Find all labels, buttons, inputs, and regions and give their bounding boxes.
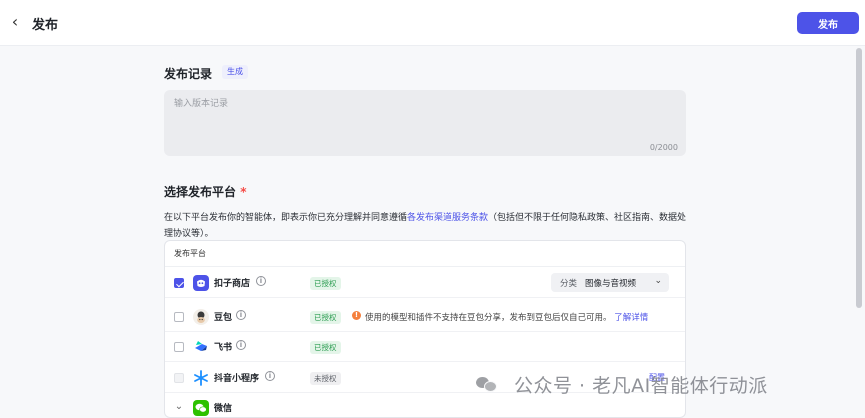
- chevron-left-icon[interactable]: ‹: [6, 12, 24, 32]
- publish-button[interactable]: 发布: [797, 12, 859, 34]
- status-badge: 已授权: [310, 341, 341, 354]
- watermark: 公众号 · 老凡AI智能体行动派: [476, 370, 768, 398]
- chevron-down-icon[interactable]: ⌄: [174, 401, 184, 413]
- scrollbar[interactable]: [856, 48, 862, 308]
- page-title: 发布: [32, 18, 59, 33]
- record-heading: 发布记录: [164, 67, 213, 81]
- platform-name: 豆包: [214, 313, 233, 323]
- required-mark: *: [240, 185, 247, 199]
- category-value: 图像与音视频: [585, 279, 637, 289]
- platform-name: 微信: [214, 404, 233, 414]
- category-label: 分类: [560, 279, 578, 289]
- doubao-icon: [193, 309, 209, 325]
- info-icon[interactable]: i: [236, 310, 246, 320]
- warning-text: 使用的模型和插件不支持在豆包分享，发布到豆包后仅自己可用。: [365, 313, 612, 323]
- platform-row-doubao: 豆包 i 已授权 ! 使用的模型和插件不支持在豆包分享，发布到豆包后仅自己可用。…: [165, 302, 685, 332]
- platform-table-header: 发布平台: [165, 241, 685, 267]
- info-icon[interactable]: i: [265, 371, 275, 381]
- warning-icon: !: [352, 311, 361, 320]
- status-badge: 未授权: [310, 372, 341, 385]
- version-record-input[interactable]: [164, 90, 686, 156]
- status-badge: 已授权: [310, 277, 341, 290]
- terms-description: 在以下平台发布你的智能体，即表示你已充分理解并同意遵循各发布渠道服务条款（包括但…: [164, 210, 692, 242]
- category-select[interactable]: 分类 图像与音视频 ⌄: [551, 273, 669, 292]
- terms-text-before: 在以下平台发布你的智能体，即表示你已充分理解并同意遵循: [164, 213, 408, 223]
- coze-store-checkbox[interactable]: [174, 278, 184, 288]
- chevron-down-icon: ⌄: [654, 276, 662, 286]
- learn-more-link[interactable]: 了解详情: [614, 313, 648, 323]
- platform-heading: 选择发布平台 *: [164, 183, 246, 200]
- wechat-logo-icon: [476, 375, 498, 393]
- douyin-miniprogram-icon: [193, 370, 209, 386]
- coze-store-icon: [193, 275, 209, 291]
- feishu-icon: [193, 339, 209, 355]
- platform-row-feishu: 飞书 i 已授权: [165, 332, 685, 362]
- status-badge: 已授权: [310, 311, 341, 324]
- terms-link[interactable]: 各发布渠道服务条款: [407, 213, 488, 223]
- wechat-icon: [193, 400, 209, 416]
- warning-message: 使用的模型和插件不支持在豆包分享，发布到豆包后仅自己可用。 了解详情: [365, 311, 648, 323]
- doubao-checkbox[interactable]: [174, 312, 184, 322]
- char-counter: 0/2000: [649, 143, 678, 152]
- platform-heading-text: 选择发布平台: [164, 185, 237, 199]
- platform-name: 抖音小程序: [214, 374, 260, 384]
- platform-name: 飞书: [214, 343, 233, 353]
- douyin-miniprogram-checkbox: [174, 373, 184, 383]
- generate-button[interactable]: 生成: [222, 65, 248, 79]
- watermark-text: 公众号 · 老凡AI智能体行动派: [514, 374, 768, 397]
- feishu-checkbox[interactable]: [174, 342, 184, 352]
- platform-name: 扣子商店: [214, 279, 251, 289]
- info-icon[interactable]: i: [256, 276, 266, 286]
- top-bar: ‹ 发布 发布: [0, 0, 865, 46]
- record-field[interactable]: 0/2000: [164, 90, 686, 156]
- platform-row-coze-store: 扣子商店 i 已授权 分类 图像与音视频 ⌄: [165, 268, 685, 298]
- info-icon[interactable]: i: [236, 340, 246, 350]
